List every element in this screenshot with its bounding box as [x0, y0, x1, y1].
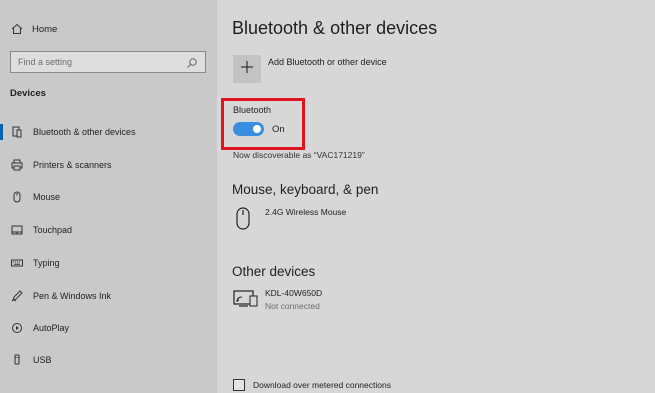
mouse-icon [233, 207, 253, 236]
sidebar-item-label: USB [33, 355, 52, 365]
discoverable-text: Now discoverable as “VAC171219” [233, 150, 365, 160]
usb-icon [10, 353, 24, 367]
sidebar-item-label: Typing [33, 258, 60, 268]
sidebar-item-label: Printers & scanners [33, 160, 112, 170]
device-name: KDL-40W650D [265, 288, 323, 298]
sidebar-item-label: AutoPlay [33, 323, 70, 333]
sidebar-item-bluetooth[interactable]: Bluetooth & other devices [0, 121, 217, 143]
metered-connections-label[interactable]: Download over metered connections [253, 380, 391, 390]
search-placeholder: Find a setting [18, 57, 73, 67]
main-content: Bluetooth & other devices Add Bluetooth … [217, 0, 655, 393]
page-title: Bluetooth & other devices [232, 18, 438, 38]
pen-icon [10, 289, 24, 303]
home-link[interactable]: Home [10, 22, 57, 36]
sidebar-item-typing[interactable]: Typing [0, 252, 217, 274]
touchpad-icon [10, 223, 24, 237]
search-icon [186, 56, 198, 68]
bluetooth-toggle-state: On [272, 124, 285, 135]
mouse-keyboard-pen-heading: Mouse, keyboard, & pen [232, 182, 379, 197]
sidebar-item-label: Mouse [33, 192, 61, 202]
metered-connections-checkbox[interactable] [233, 379, 245, 391]
sidebar-item-mouse[interactable]: Mouse [0, 186, 217, 208]
other-devices-heading: Other devices [232, 264, 316, 279]
keyboard-icon [10, 256, 24, 270]
search-input[interactable]: Find a setting [10, 51, 206, 73]
autoplay-icon [10, 321, 24, 335]
sidebar-item-touchpad[interactable]: Touchpad [0, 219, 217, 241]
add-device-button[interactable] [233, 55, 261, 83]
home-icon [10, 22, 24, 36]
device-status: Not connected [265, 301, 320, 311]
sidebar-item-printers[interactable]: Printers & scanners [0, 154, 217, 176]
section-label-devices: Devices [10, 88, 46, 99]
sidebar-item-autoplay[interactable]: AutoPlay [0, 317, 217, 339]
sidebar-item-label: Bluetooth & other devices [33, 127, 136, 137]
add-device-label[interactable]: Add Bluetooth or other device [268, 57, 387, 67]
device-name: 2.4G Wireless Mouse [265, 207, 347, 217]
printer-icon [10, 158, 24, 172]
sidebar-item-label: Pen & Windows Ink [33, 291, 112, 301]
sidebar-item-label: Touchpad [33, 225, 73, 235]
toggle-knob [253, 125, 261, 133]
home-label: Home [32, 23, 58, 35]
plus-icon [240, 60, 254, 79]
bluetooth-toggle[interactable] [233, 122, 264, 136]
sidebar-item-pen[interactable]: Pen & Windows Ink [0, 285, 217, 307]
sidebar-item-usb[interactable]: USB [0, 349, 217, 371]
wireless-display-icon [233, 288, 259, 313]
sidebar: Home Find a setting Devices Bluetooth & … [0, 0, 217, 393]
bluetooth-label: Bluetooth [233, 105, 272, 115]
bluetooth-devices-icon [10, 125, 24, 139]
mouse-icon [10, 190, 24, 204]
